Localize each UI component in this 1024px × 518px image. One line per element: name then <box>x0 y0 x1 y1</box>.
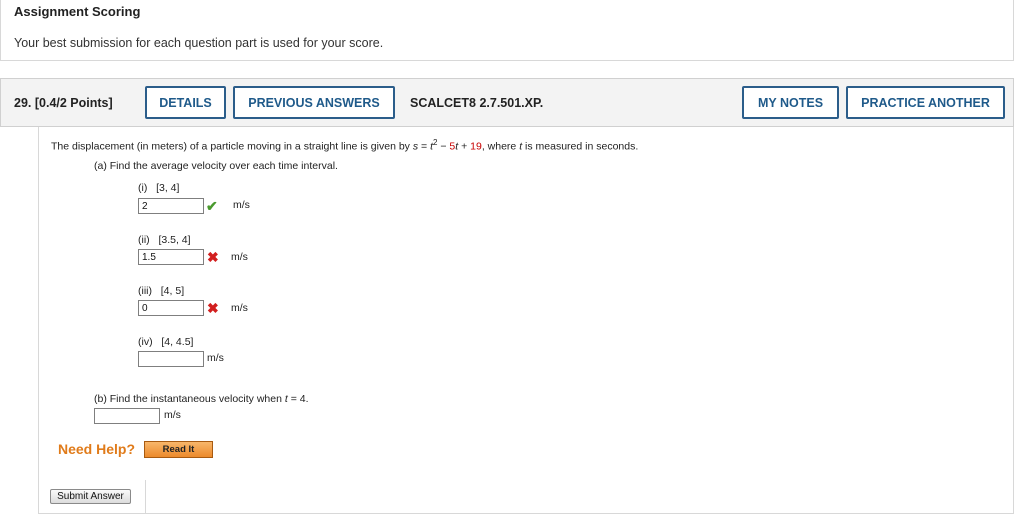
answer-input-iv[interactable] <box>138 351 204 367</box>
interval-range: [4, 4.5] <box>161 336 194 348</box>
question-number: 29. <box>14 96 32 110</box>
part-b-suffix: = 4. <box>287 393 309 405</box>
question-code: SCALCET8 2.7.501.XP. <box>410 96 544 110</box>
previous-answers-button[interactable]: PREVIOUS ANSWERS <box>233 86 395 119</box>
minus-sign: − <box>437 140 450 153</box>
interval-label: (ii) <box>138 234 150 246</box>
question-number-points: 29. [0.4/2 Points] <box>14 96 113 110</box>
unit-label: m/s <box>164 409 181 421</box>
my-notes-button[interactable]: MY NOTES <box>742 86 839 119</box>
submit-answer-button[interactable]: Submit Answer <box>50 489 131 504</box>
statement-end: is measured in seconds. <box>522 140 639 153</box>
part-b-prompt: (b) Find the instantaneous velocity when… <box>94 393 309 405</box>
assignment-scoring-card <box>0 0 1014 61</box>
interval-range: [3, 4] <box>156 182 180 194</box>
unit-label: m/s <box>231 302 248 314</box>
interval-range: [4, 5] <box>160 285 185 297</box>
question-points: [0.4/2 Points] <box>34 96 113 110</box>
problem-statement: The displacement (in meters) of a partic… <box>51 138 638 153</box>
answer-input-iii[interactable] <box>138 300 204 316</box>
interval-iv-label: (iv) [4, 4.5] <box>138 336 193 348</box>
part-b-prefix: (b) Find the instantaneous velocity when <box>94 393 285 405</box>
interval-label: (iii) <box>138 285 152 297</box>
interval-ii-label: (ii) [3.5, 4] <box>138 234 191 246</box>
equals-sign: = <box>418 140 431 153</box>
x-mark-icon: ✖ <box>207 249 219 265</box>
answer-input-ii[interactable] <box>138 249 204 265</box>
statement-prefix: The displacement (in meters) of a partic… <box>51 140 413 153</box>
interval-label: (iv) <box>138 336 153 348</box>
plus-sign: + <box>458 140 471 153</box>
check-mark-icon: ✔ <box>206 198 218 214</box>
answer-input-b[interactable] <box>94 408 160 424</box>
constant: 19 <box>470 140 482 153</box>
interval-iii-label: (iii) [4, 5] <box>138 285 184 297</box>
unit-label: m/s <box>207 352 224 364</box>
x-mark-icon: ✖ <box>207 300 219 316</box>
assignment-scoring-title: Assignment Scoring <box>14 4 141 19</box>
part-a-prompt: (a) Find the average velocity over each … <box>94 160 338 172</box>
answer-input-i[interactable] <box>138 198 204 214</box>
unit-label: m/s <box>231 251 248 263</box>
read-it-button[interactable]: Read It <box>144 441 213 458</box>
interval-i-label: (i) [3, 4] <box>138 182 179 194</box>
details-button[interactable]: DETAILS <box>145 86 226 119</box>
unit-label: m/s <box>233 199 250 211</box>
interval-range: [3.5, 4] <box>158 234 191 246</box>
assignment-scoring-text: Your best submission for each question p… <box>14 36 384 50</box>
interval-label: (i) <box>138 182 148 194</box>
statement-suffix: , where <box>481 140 520 153</box>
need-help-label: Need Help? <box>58 441 136 457</box>
practice-another-button[interactable]: PRACTICE ANOTHER <box>846 86 1005 119</box>
